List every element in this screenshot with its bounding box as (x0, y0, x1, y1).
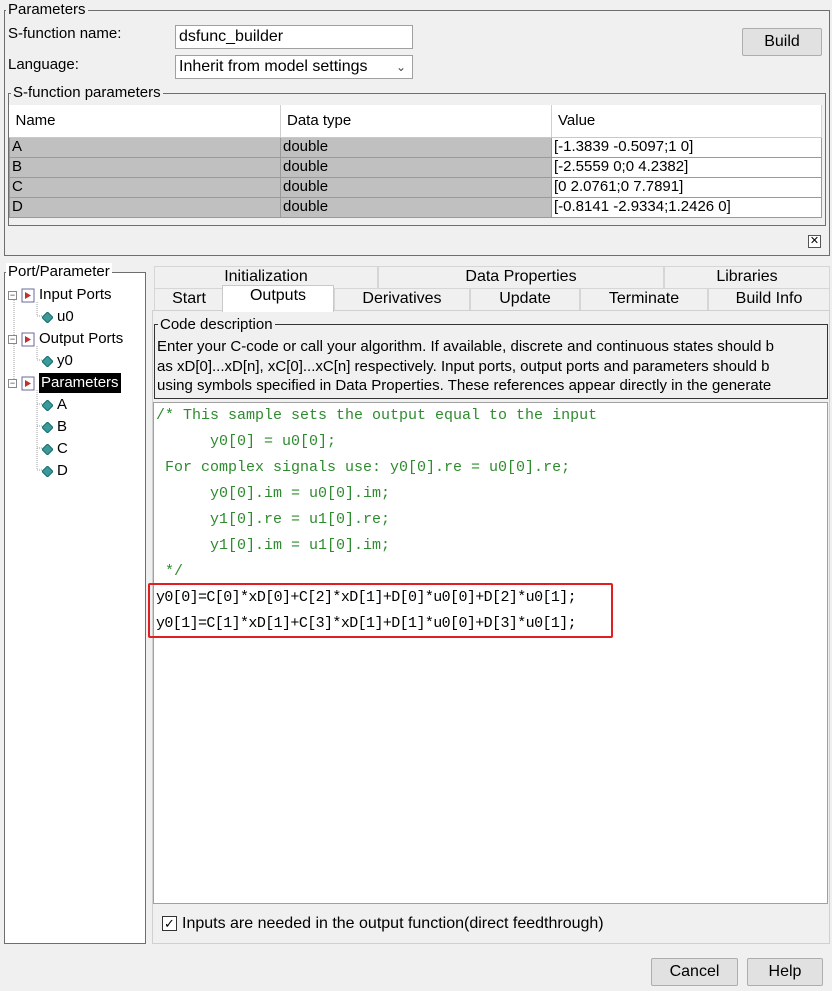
code-editor[interactable]: /* This sample sets the output equal to … (153, 402, 828, 904)
port-folder-icon (21, 288, 35, 302)
table-row[interactable]: D double [-0.8141 -2.9334;1.2426 0] (9, 196, 822, 218)
description-line: using symbols specified in Data Properti… (157, 377, 772, 394)
diamond-icon (42, 421, 53, 433)
param-type-cell[interactable]: double (280, 156, 552, 178)
param-type-cell[interactable]: double (280, 136, 552, 158)
param-value-cell[interactable]: [-1.3839 -0.5097;1 0] (551, 136, 822, 158)
chevron-down-icon: ⌄ (395, 60, 406, 74)
param-name-cell[interactable]: A (9, 136, 281, 158)
code-comment-line: y0[0].im = u0[0].im; (156, 485, 391, 502)
column-header-value[interactable]: Value (551, 105, 822, 138)
code-comment-line: For complex signals use: y0[0].re = u0[0… (156, 459, 571, 476)
param-value-cell[interactable]: [-2.5559 0;0 4.2382] (551, 156, 822, 178)
tree-item-param-b[interactable]: B (42, 417, 67, 437)
param-name-cell[interactable]: C (9, 176, 281, 198)
tree-item-param-c[interactable]: C (42, 439, 68, 459)
sfunction-params-table: Name Data type Value A double [-1.3839 -… (9, 105, 822, 218)
code-comment-line: */ (156, 563, 184, 580)
column-header-datatype[interactable]: Data type (280, 105, 552, 138)
code-comment-line: /* This sample sets the output equal to … (156, 407, 598, 424)
tab-start[interactable]: Start (154, 288, 224, 310)
column-header-name[interactable]: Name (9, 105, 281, 138)
tree-item-label: B (57, 418, 68, 435)
language-select-value: Inherit from model settings (179, 58, 368, 75)
param-type-cell[interactable]: double (280, 196, 552, 218)
tab-terminate[interactable]: Terminate (580, 288, 708, 310)
tree-item-parameters[interactable]: − Parameters (8, 373, 121, 393)
parameters-legend: Parameters (6, 1, 88, 19)
description-line: Enter your C-code or call your algorithm… (157, 338, 774, 355)
table-row[interactable]: C double [0 2.0761;0 7.7891] (9, 176, 822, 198)
code-comment-line: y1[0].im = u1[0].im; (156, 537, 391, 554)
collapse-icon[interactable]: − (8, 378, 17, 388)
code-comment-line: y0[0] = u0[0]; (156, 433, 337, 450)
build-button[interactable]: Build (742, 28, 822, 56)
port-folder-icon (21, 332, 35, 346)
param-type-cell[interactable]: double (280, 176, 552, 198)
tree-item-y0[interactable]: y0 (42, 351, 73, 371)
collapse-icon[interactable]: − (8, 334, 17, 344)
tab-libraries[interactable]: Libraries (664, 266, 830, 288)
code-description-text: Enter your C-code or call your algorithm… (157, 337, 826, 397)
close-icon[interactable]: ✕ (808, 235, 821, 248)
tab-update[interactable]: Update (470, 288, 580, 310)
diamond-icon (42, 465, 53, 477)
tree-item-output-ports[interactable]: − Output Ports (8, 329, 123, 349)
code-description-legend: Code description (158, 316, 275, 334)
tree-item-param-a[interactable]: A (42, 395, 67, 415)
diamond-icon (42, 399, 53, 411)
table-row[interactable]: B double [-2.5559 0;0 4.2382] (9, 156, 822, 178)
tree-item-label: D (57, 462, 68, 479)
feedthrough-checkbox[interactable]: ✓ (162, 916, 177, 931)
feedthrough-label: Inputs are needed in the output function… (182, 915, 604, 932)
code-comment-line: y1[0].re = u1[0].re; (156, 511, 391, 528)
tree-item-param-d[interactable]: D (42, 461, 68, 481)
tree-item-label: A (57, 396, 68, 413)
help-button[interactable]: Help (747, 958, 823, 986)
sfunction-params-legend: S-function parameters (11, 84, 163, 102)
tree-item-input-ports[interactable]: − Input Ports (8, 285, 112, 305)
param-folder-icon (21, 376, 35, 390)
table-row[interactable]: A double [-1.3839 -0.5097;1 0] (9, 136, 822, 158)
tree-item-u0[interactable]: u0 (42, 307, 74, 327)
tab-build-info[interactable]: Build Info (708, 288, 830, 310)
diamond-icon (42, 355, 53, 367)
language-label: Language: (8, 56, 79, 73)
collapse-icon[interactable]: − (8, 290, 17, 300)
tree-item-label: Parameters (39, 373, 121, 393)
tab-data-properties[interactable]: Data Properties (378, 266, 664, 288)
description-line: as xD[0]...xD[n], xC[0]...xC[n] respecti… (157, 357, 770, 375)
code-highlight-box (148, 583, 613, 638)
param-name-cell[interactable]: B (9, 156, 281, 178)
tree-item-label: Input Ports (39, 286, 112, 303)
tree-item-label: y0 (57, 352, 73, 369)
param-value-cell[interactable]: [0 2.0761;0 7.7891] (551, 176, 822, 198)
diamond-icon (42, 443, 53, 455)
tree-item-label: C (57, 440, 68, 457)
tab-derivatives[interactable]: Derivatives (334, 288, 470, 310)
param-value-cell[interactable]: [-0.8141 -2.9334;1.2426 0] (551, 196, 822, 218)
sfunction-name-label: S-function name: (8, 25, 122, 42)
param-name-cell[interactable]: D (9, 196, 281, 218)
tab-outputs[interactable]: Outputs (222, 285, 334, 312)
diamond-icon (42, 311, 53, 323)
table-header-row: Name Data type Value (9, 105, 822, 138)
tree-item-label: u0 (57, 308, 74, 325)
cancel-button[interactable]: Cancel (651, 958, 738, 986)
language-select[interactable]: Inherit from model settings ⌄ (175, 55, 413, 79)
tree-item-label: Output Ports (39, 330, 124, 347)
